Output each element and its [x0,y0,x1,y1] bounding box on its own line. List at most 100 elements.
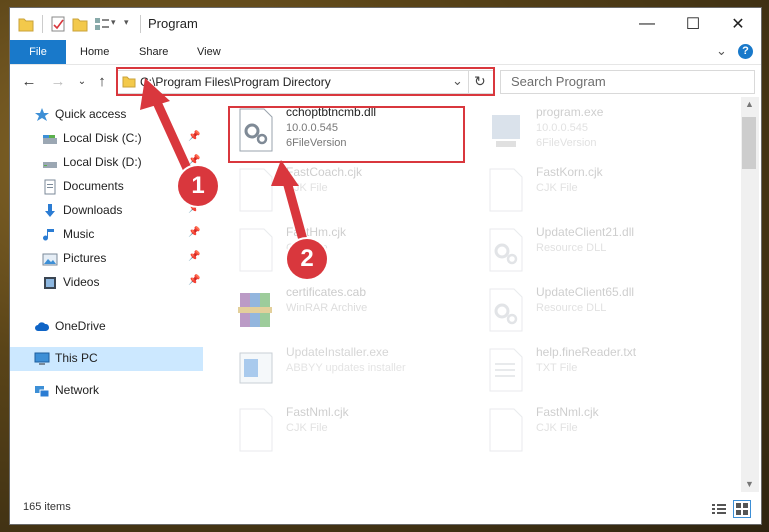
file-type: WinRAR Archive [286,302,368,314]
documents-icon [44,179,56,195]
sidebar-item-network[interactable]: Network [10,379,203,403]
new-folder-icon[interactable] [72,15,88,33]
file-tile-program-exe[interactable]: program.exe 10.0.0.545 6FileVersion [484,103,724,157]
tab-file[interactable]: File [10,40,66,64]
gear-file-icon [489,228,523,272]
sidebar-item-label: Videos [63,275,100,289]
sidebar-item-this-pc[interactable]: This PC [10,347,203,371]
sidebar-item-onedrive[interactable]: OneDrive [10,315,203,339]
blank-file-icon [239,228,273,272]
back-button[interactable]: ← [19,72,39,92]
large-icons-view-icon[interactable] [733,500,751,518]
file-name: UpdateClient21.dll [536,225,635,239]
sidebar-item-videos[interactable]: Videos 📌 [10,271,203,295]
details-view-icon[interactable] [711,502,727,516]
minimize-button[interactable]: — [624,8,670,40]
close-button[interactable]: ✕ [715,8,761,40]
sidebar-item-pictures[interactable]: Pictures 📌 [10,247,203,271]
sidebar-item-quick-access[interactable]: Quick access [10,103,203,127]
folder-icon [18,18,34,32]
network-icon [35,386,50,398]
file-name: FastKorn.cjk [536,165,603,179]
file-tile[interactable]: help.fineReader.txt TXT File [484,343,724,397]
file-type: Resource DLL [536,302,607,314]
tab-share[interactable]: Share [139,40,168,64]
blank-file-icon [239,408,273,452]
item-count: 165 items [23,501,71,513]
pin-icon[interactable]: 📌 [188,275,200,286]
sidebar-item-documents[interactable]: Documents 📌 [10,175,203,199]
address-highlight-box [116,67,495,96]
file-name: FastNml.cjk [286,405,349,419]
sidebar-item-label: This PC [55,351,98,365]
scroll-up-icon[interactable]: ▲ [745,99,754,109]
customize-dropdown-icon[interactable]: ▾ [111,17,116,35]
file-name: certificates.cab [286,285,367,299]
gear-file-icon [489,288,523,332]
help-icon[interactable]: ? [738,44,753,59]
sidebar-item-label: Music [63,227,95,241]
close-icon: ✕ [731,16,745,33]
file-name: UpdateClient65.dll [536,285,635,299]
pin-icon[interactable]: 📌 [188,155,200,166]
maximize-icon: ☐ [685,16,701,33]
file-name: FastNml.cjk [536,405,599,419]
sidebar-item-downloads[interactable]: Downloads 📌 [10,199,203,223]
file-type: CJK File [286,182,328,194]
vertical-scrollbar[interactable]: ▲ ▼ [741,97,759,492]
file-tile[interactable]: FastNml.cjk CJK File [234,403,474,457]
archive-icon [238,293,272,327]
computer-icon [34,352,50,365]
file-name: help.fineReader.txt [536,345,637,359]
properties-icon[interactable] [50,15,66,33]
title-bar: ▾ ▾ Program — ☐ ✕ [10,8,761,40]
file-description: 6FileVersion [536,137,597,149]
pin-icon[interactable]: 📌 [188,227,200,238]
sidebar-item-label: OneDrive [55,319,106,333]
sidebar-item-label: Downloads [63,203,123,217]
scroll-down-icon[interactable]: ▼ [745,479,754,489]
maximize-button[interactable]: ☐ [670,8,716,40]
blank-file-icon [489,408,523,452]
file-tile[interactable]: FastHm.cjk CJK File [234,223,474,277]
file-name: program.exe [536,105,604,119]
file-type: ABBYY updates installer [286,362,406,374]
music-icon [43,229,54,241]
file-version: 10.0.0.545 [536,122,588,134]
file-tile[interactable]: FastCoach.cjk CJK File [234,163,474,217]
forward-button[interactable]: → [48,72,68,92]
search-input[interactable]: Search Program [511,74,606,89]
scrollbar-thumb[interactable] [742,117,756,169]
sidebar-item-local-disk-c[interactable]: Local Disk (C:) 📌 [10,127,203,151]
expand-ribbon-icon[interactable]: ⌄ [716,43,727,59]
file-type: Resource DLL [536,242,607,254]
minimize-icon: — [639,15,655,32]
view-options-icon[interactable] [94,15,110,33]
search-box[interactable]: Search Program [500,70,755,94]
pin-icon[interactable]: 📌 [188,251,200,262]
recent-locations-button[interactable]: ⌄ [72,72,92,92]
file-tile[interactable]: certificates.cab WinRAR Archive [234,283,474,337]
up-button[interactable]: ↑ [92,72,112,92]
file-type: CJK File [536,422,578,434]
sidebar-item-label: Documents [63,179,124,193]
drive-icon [43,162,57,168]
download-icon [45,204,55,217]
star-icon [35,108,49,121]
sidebar-item-local-disk-d[interactable]: Local Disk (D:) 📌 [10,151,203,175]
sidebar-item-music[interactable]: Music 📌 [10,223,203,247]
file-tile[interactable]: FastNml.cjk CJK File [484,403,724,457]
file-type: TXT File [536,362,578,374]
tab-home[interactable]: Home [80,40,109,64]
tab-view[interactable]: View [197,40,221,64]
customize-toolbar-icon[interactable]: ▾ [124,17,129,35]
pin-icon[interactable]: 📌 [188,131,200,142]
file-tile[interactable]: UpdateInstaller.exe ABBYY updates instal… [234,343,474,397]
text-file-icon [489,348,523,392]
sidebar-item-label: Pictures [63,251,107,265]
file-tile[interactable]: UpdateClient65.dll Resource DLL [484,283,724,337]
videos-icon [44,277,56,289]
file-tile[interactable]: UpdateClient21.dll Resource DLL [484,223,724,277]
blank-file-icon [489,168,523,212]
file-tile[interactable]: FastKorn.cjk CJK File [484,163,724,217]
